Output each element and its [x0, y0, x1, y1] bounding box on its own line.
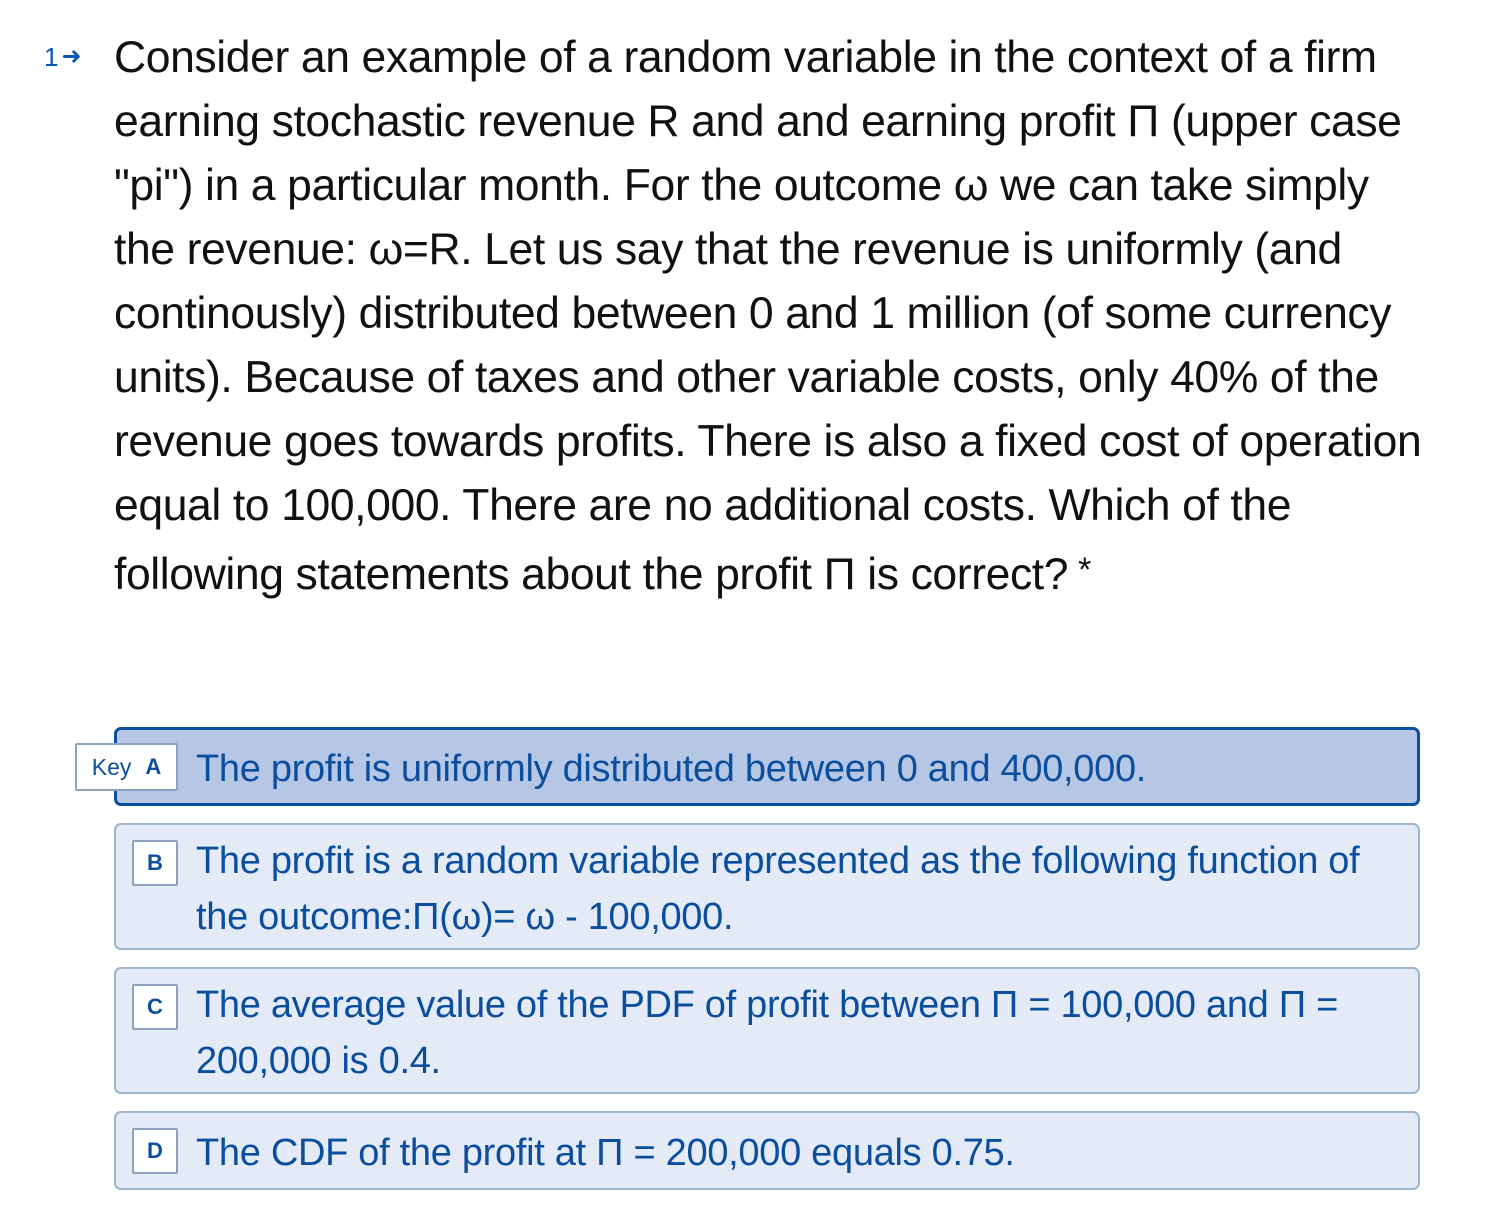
- question-body: Consider an example of a random variable…: [114, 33, 1422, 599]
- choice-b[interactable]: The profit is a random variable represen…: [114, 823, 1420, 950]
- choice-letter-b: B: [132, 840, 178, 886]
- choice-a[interactable]: The profit is uniformly distributed betw…: [114, 727, 1420, 806]
- choice-a-text: The profit is uniformly distributed betw…: [196, 748, 1147, 790]
- choice-letter-a: A: [145, 754, 162, 779]
- question-number: 1 ➜: [44, 40, 82, 74]
- choice-letter-c: C: [132, 984, 178, 1030]
- choice-d-text: The CDF of the profit at Π = 200,000 equ…: [196, 1132, 1015, 1174]
- required-marker: *: [1078, 551, 1091, 589]
- choice-a-key-badge: Key A: [75, 743, 178, 791]
- choice-d[interactable]: The CDF of the profit at Π = 200,000 equ…: [114, 1111, 1420, 1190]
- question-number-label: 1: [44, 42, 59, 72]
- choice-b-text: The profit is a random variable represen…: [196, 840, 1360, 938]
- choice-letter-d: D: [132, 1128, 178, 1174]
- choice-c-text: The average value of the PDF of profit b…: [196, 984, 1339, 1082]
- right-arrow-icon: ➜: [61, 43, 82, 70]
- choice-c[interactable]: The average value of the PDF of profit b…: [114, 967, 1420, 1094]
- question-text: Consider an example of a random variable…: [114, 26, 1434, 607]
- key-hint-label: Key: [91, 753, 132, 780]
